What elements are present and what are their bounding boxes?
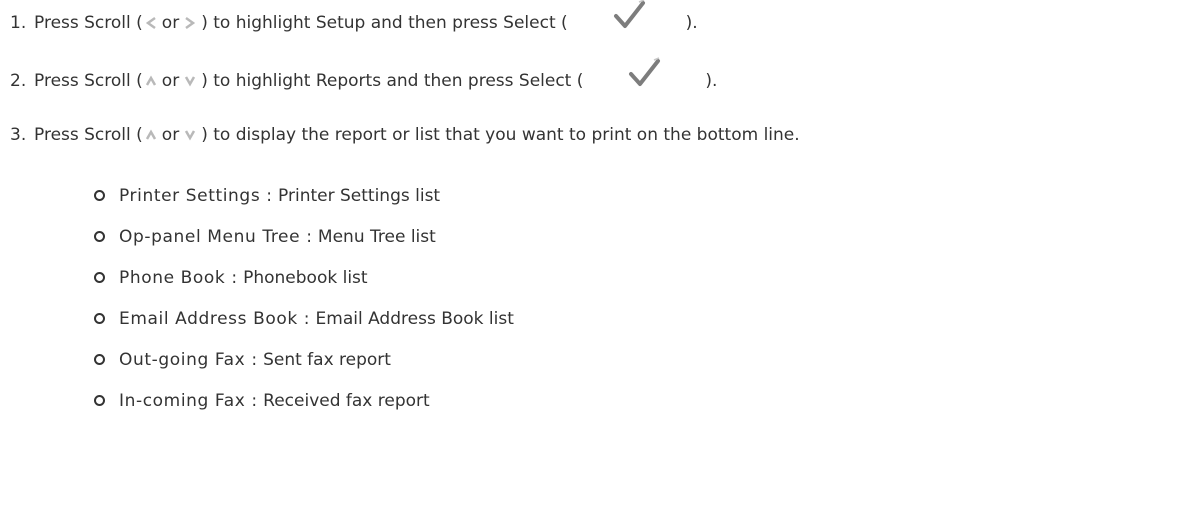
circle-bullet-icon xyxy=(94,190,105,201)
report-name: Email Address Book xyxy=(119,308,298,329)
step-2: 2. Press Scroll ( or ) to highlight Repo… xyxy=(10,57,718,92)
right-arrow-icon xyxy=(184,16,196,30)
report-name: In-coming Fax xyxy=(119,390,246,411)
circle-bullet-icon xyxy=(94,395,105,406)
circle-bullet-icon xyxy=(94,354,105,365)
step-number: 1. xyxy=(10,13,27,33)
step-text: Press Scroll ( xyxy=(34,125,143,145)
list-item: Printer Settings : Printer Settings list xyxy=(94,175,514,216)
step-text: ) to highlight Setup and then press Sele… xyxy=(201,13,568,33)
report-name: Out-going Fax xyxy=(119,349,246,370)
circle-bullet-icon xyxy=(94,272,105,283)
step-3: 3. Press Scroll ( or ) to display the re… xyxy=(10,124,800,146)
step-text: ) to display the report or list that you… xyxy=(201,125,800,145)
separator: : xyxy=(303,308,310,329)
report-name: Printer Settings xyxy=(119,185,261,206)
step-text-or: or xyxy=(161,13,180,33)
separator: : xyxy=(306,226,312,247)
circle-bullet-icon xyxy=(94,313,105,324)
separator: : xyxy=(251,349,258,370)
separator: : xyxy=(231,267,238,288)
report-description: Received fax report xyxy=(263,390,430,411)
report-description: Menu Tree list xyxy=(317,226,436,247)
step-text: ). xyxy=(705,71,718,91)
up-arrow-icon xyxy=(145,128,157,142)
separator: : xyxy=(266,185,273,206)
report-description: Printer Settings list xyxy=(278,185,441,206)
step-text-or: or xyxy=(161,125,180,145)
step-text-or: or xyxy=(161,71,180,91)
separator: : xyxy=(251,390,258,411)
report-name: Phone Book xyxy=(119,267,226,288)
list-item: In-coming Fax : Received fax report xyxy=(94,380,514,421)
list-item: Out-going Fax : Sent fax report xyxy=(94,339,514,380)
step-number: 2. xyxy=(10,71,27,91)
report-description: Sent fax report xyxy=(263,349,391,370)
checkmark-icon xyxy=(612,0,646,33)
step-1: 1. Press Scroll ( or ) to highlight Setu… xyxy=(10,0,698,34)
up-arrow-icon xyxy=(145,74,157,88)
step-text: ) to highlight Reports and then press Se… xyxy=(201,71,584,91)
report-name: Op-panel Menu Tree xyxy=(119,226,301,247)
list-item: Op-panel Menu Tree : Menu Tree list xyxy=(94,216,514,257)
list-item: Email Address Book : Email Address Book … xyxy=(94,298,514,339)
report-description: Phonebook list xyxy=(243,267,368,288)
down-arrow-icon xyxy=(184,128,196,142)
circle-bullet-icon xyxy=(94,231,105,242)
checkmark-icon xyxy=(627,57,661,91)
left-arrow-icon xyxy=(145,16,157,30)
step-text: ). xyxy=(685,13,698,33)
step-text: Press Scroll ( xyxy=(34,13,143,33)
instruction-page: 1. Press Scroll ( or ) to highlight Setu… xyxy=(0,0,1186,510)
list-item: Phone Book : Phonebook list xyxy=(94,257,514,298)
step-number: 3. xyxy=(10,125,27,145)
down-arrow-icon xyxy=(184,74,196,88)
step-text: Press Scroll ( xyxy=(34,71,143,91)
report-description: Email Address Book list xyxy=(315,308,514,329)
report-list: Printer Settings : Printer Settings list… xyxy=(94,175,514,421)
